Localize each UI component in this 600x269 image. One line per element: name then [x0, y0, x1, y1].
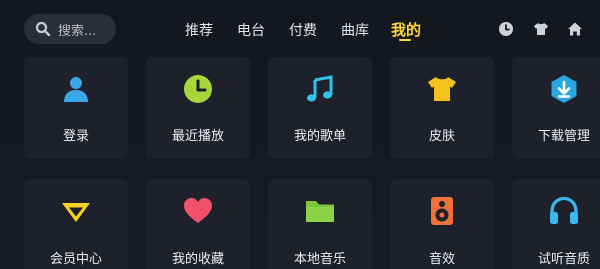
grid-item-label: 下载管理 [537, 129, 590, 144]
user-icon [64, 77, 88, 102]
grid-item-label: 试听音质 [537, 252, 590, 267]
speaker-icon [431, 197, 453, 225]
grid-item-label: 音效 [428, 252, 455, 267]
clock-icon [184, 75, 212, 103]
grid-item-label: 最近播放 [171, 129, 224, 144]
folder-icon [306, 201, 334, 222]
grid-item-label: 我的收藏 [171, 252, 224, 267]
grid-item-label: 本地音乐 [293, 252, 346, 267]
tab-paid[interactable]: 付费 [289, 20, 317, 40]
grid-item-download-manager[interactable]: 下载管理 [512, 57, 600, 159]
vip-diamond-icon [62, 203, 90, 222]
shirt-icon[interactable] [533, 21, 549, 37]
tab-radio[interactable]: 电台 [237, 20, 265, 40]
grid-item-label: 我的歌单 [293, 129, 346, 144]
grid-item-login[interactable]: 登录 [24, 57, 128, 159]
tab-recommend[interactable]: 推荐 [185, 20, 213, 40]
grid-item-label: 皮肤 [428, 129, 455, 144]
headphones-icon [550, 196, 578, 224]
clock-icon[interactable] [498, 21, 514, 37]
home-icon[interactable] [567, 21, 583, 37]
download-icon [551, 75, 577, 103]
grid-item-label: 会员中心 [49, 252, 102, 267]
music-note-icon [307, 75, 333, 102]
shirt-icon [428, 77, 456, 101]
grid-item-audition-quality[interactable]: 试听音质 [512, 179, 600, 269]
grid-item-label: 登录 [62, 129, 89, 144]
grid-item-local-music[interactable]: 本地音乐 [268, 179, 372, 269]
heart-icon [184, 198, 212, 223]
tab-mine[interactable]: 我的 [391, 19, 421, 40]
tab-library[interactable]: 曲库 [341, 20, 369, 40]
grid-item-sound-effects[interactable]: 音效 [390, 179, 494, 269]
grid-item-my-playlist[interactable]: 我的歌单 [268, 57, 372, 159]
active-tab-indicator [399, 39, 411, 41]
app-window: 搜索... 推荐 电台 付费 曲库 我的 登录 最近播放 我的歌单 皮肤 下载管… [0, 0, 600, 269]
grid-item-skin[interactable]: 皮肤 [390, 57, 494, 159]
grid-item-recent-play[interactable]: 最近播放 [146, 57, 250, 159]
grid-item-my-favorites[interactable]: 我的收藏 [146, 179, 250, 269]
grid-item-vip-center[interactable]: 会员中心 [24, 179, 128, 269]
